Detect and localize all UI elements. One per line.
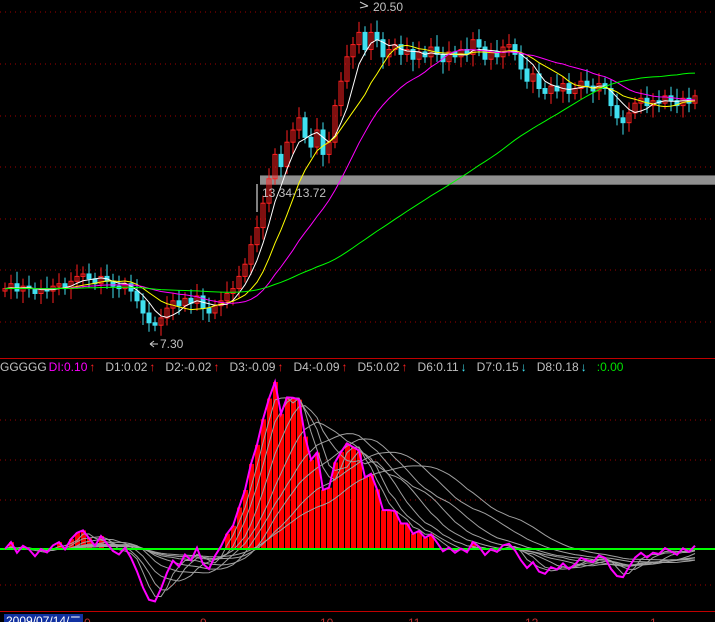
candle-body	[308, 136, 314, 148]
candle-body	[320, 129, 326, 155]
arrow-down-icon: ↓	[520, 360, 527, 374]
candle-body	[146, 312, 152, 324]
di-bar	[381, 510, 386, 549]
indicator-last-value: :0.00	[596, 360, 624, 374]
di-bar	[357, 450, 362, 549]
arrow-down-icon: ↓	[460, 360, 467, 374]
candle-body	[374, 31, 380, 41]
candle-body	[14, 283, 20, 292]
indicator-value-3: D3:-0.09	[229, 360, 276, 374]
candle-body	[542, 88, 548, 94]
candle-body	[518, 53, 524, 70]
axis-tick: 10	[320, 616, 333, 622]
arrow-up-icon: ↑	[277, 360, 284, 374]
stock-chart[interactable]: 20.50 13.34-13.72 7.30 GGGGG DI:0.10 ↑ D1:…	[0, 0, 715, 622]
di-bar	[267, 398, 272, 549]
indicator-name: GGGGG	[0, 360, 47, 374]
candle-body	[302, 117, 308, 138]
axis-tick: 1	[650, 616, 657, 622]
candle-body	[536, 73, 542, 90]
axis-tick: 9	[200, 616, 207, 622]
di-bar	[297, 399, 302, 549]
di-bar	[387, 510, 392, 549]
candle-body	[482, 46, 488, 60]
candle-body	[614, 105, 620, 119]
di-bar	[273, 382, 278, 549]
indicator-value-6: D6:0.11	[417, 360, 459, 374]
low-price-label: 7.30	[160, 337, 184, 351]
indicator-legend: GGGGG DI:0.10 ↑ D1:0.02 ↑ D2:-0.02 ↑ D3:-0.09 ↑…	[0, 360, 623, 376]
candle-body	[566, 83, 572, 94]
candle-body	[524, 68, 530, 82]
di-bar	[351, 447, 356, 549]
indicator-value-7: D7:0.15	[476, 360, 519, 374]
candle-body	[476, 39, 482, 48]
di-bar	[321, 489, 326, 549]
di-bar	[399, 523, 404, 549]
di-bar	[303, 436, 308, 549]
indicator-value-2: D2:-0.02	[165, 360, 212, 374]
indicator-value-1: D1:0.02	[105, 360, 148, 374]
candle-body	[584, 80, 590, 87]
candle-body	[620, 117, 626, 124]
arrow-up-icon: ↑	[213, 360, 220, 374]
indicator-value-0: DI:0.10	[48, 360, 88, 374]
time-axis: 2009/07/14/二 0 9 10 11 12 1	[0, 611, 715, 622]
high-arrow-icon	[359, 1, 369, 9]
low-arrow-icon	[149, 340, 158, 348]
di-bar	[327, 487, 332, 549]
candle-body	[362, 31, 368, 50]
high-price-label: 20.50	[373, 0, 404, 14]
candle-body	[176, 300, 182, 307]
candle-body	[140, 300, 146, 314]
candle-body	[86, 273, 92, 280]
axis-tick: 0	[84, 616, 91, 622]
indicator-value-8: D8:0.18	[536, 360, 579, 374]
axis-tick: 12	[525, 616, 538, 622]
chart-canvas[interactable]	[0, 0, 715, 611]
indicator-value-4: D4:-0.09	[293, 360, 340, 374]
indicator-value-5: D5:0.02	[357, 360, 400, 374]
candle-body	[206, 307, 212, 314]
candle-body	[278, 153, 284, 168]
arrow-up-icon: ↑	[401, 360, 408, 374]
band-range-label: 13.34-13.72	[262, 186, 327, 200]
arrow-down-icon: ↓	[580, 360, 587, 374]
arrow-up-icon: ↑	[89, 360, 96, 374]
price-band	[260, 175, 715, 185]
di-bar	[363, 477, 368, 549]
di-bar	[291, 397, 296, 549]
candle-body	[134, 290, 140, 302]
arrow-up-icon: ↑	[341, 360, 348, 374]
arrow-up-icon: ↑	[149, 360, 156, 374]
di-bar	[369, 473, 374, 549]
di-bar	[423, 537, 428, 549]
axis-tick: 11	[408, 616, 420, 622]
candle-body	[152, 322, 158, 326]
di-bar	[255, 444, 260, 549]
cursor-date: 2009/07/14/二	[4, 614, 84, 622]
di-bar	[411, 533, 416, 549]
